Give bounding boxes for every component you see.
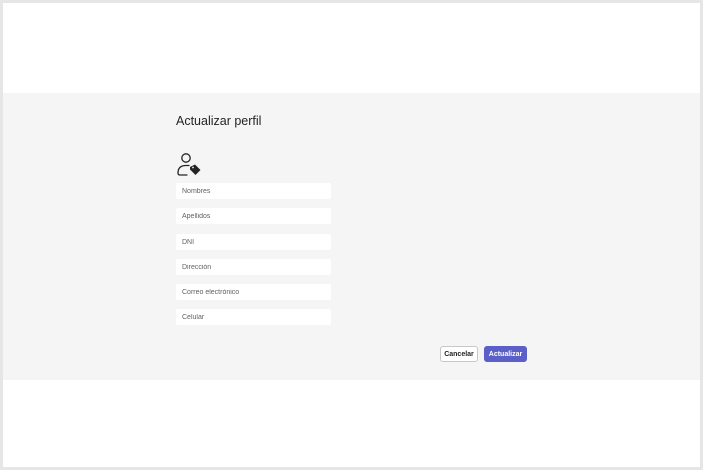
update-button[interactable]: Actualizar	[484, 346, 527, 362]
celular-field[interactable]	[176, 309, 331, 325]
email-field[interactable]	[176, 284, 331, 300]
apellidos-field[interactable]	[176, 208, 331, 224]
dni-field[interactable]	[176, 234, 331, 250]
app-window: Actualizar perfil Cancelar Actualizar	[3, 3, 700, 467]
person-tag-icon	[177, 153, 201, 176]
cancel-button[interactable]: Cancelar	[440, 346, 478, 362]
direccion-field[interactable]	[176, 259, 331, 275]
nombres-field[interactable]	[176, 183, 331, 199]
page-title: Actualizar perfil	[176, 114, 262, 128]
update-profile-panel: Actualizar perfil Cancelar Actualizar	[3, 93, 700, 380]
